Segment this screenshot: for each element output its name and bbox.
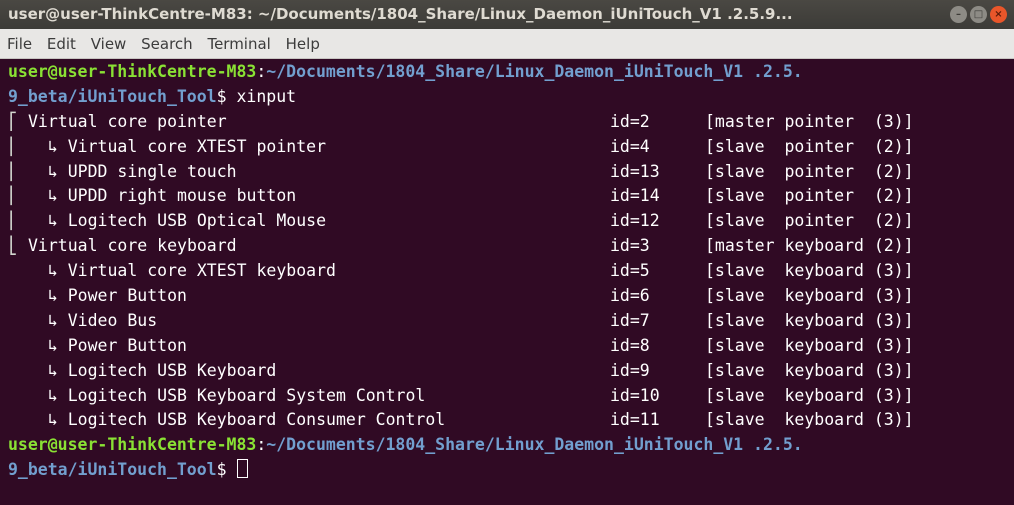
device-role: [slave keyboard (3)] — [705, 261, 914, 281]
command-text: xinput — [236, 86, 297, 106]
prompt-user: user@user-ThinkCentre-M83 — [8, 435, 257, 455]
window-title: user@user-ThinkCentre-M83: ~/Documents/1… — [8, 5, 793, 23]
prompt-path: ~/Documents/1804_Share/Linux_Daemon_iUni… — [266, 62, 803, 81]
close-button[interactable]: × — [990, 6, 1007, 23]
menu-view[interactable]: View — [91, 35, 127, 53]
prompt-user: user@user-ThinkCentre-M83 — [8, 62, 257, 81]
menu-file[interactable]: File — [7, 35, 32, 53]
prompt-line: 9_beta/iUniTouch_Tool$ xinput — [8, 85, 1014, 110]
prompt-line: 9_beta/iUniTouch_Tool$ — [8, 458, 1014, 483]
device-row: ⎜ ↳ Logitech USB Optical Mouse id=12 [slav… — [8, 209, 1014, 234]
prompt-line: user@user-ThinkCentre-M83:~/Documents/18… — [8, 60, 1014, 85]
device-name: ↳ UPDD right mouse button — [28, 186, 297, 206]
tree-glyph: ⎡ — [8, 111, 18, 131]
prompt-separator: : — [256, 435, 267, 455]
menu-help[interactable]: Help — [286, 35, 320, 53]
device-id: id=2 — [610, 111, 650, 131]
prompt-separator: : — [256, 62, 267, 81]
device-role: [slave keyboard (3)] — [705, 385, 914, 405]
device-row: ⎜ ↳ UPDD right mouse button id=14 [slave p… — [8, 184, 1014, 209]
device-id: id=9 — [610, 360, 650, 380]
device-id: id=4 — [610, 136, 650, 156]
tree-glyph — [8, 309, 28, 334]
text-cursor — [236, 459, 248, 479]
menu-terminal[interactable]: Terminal — [207, 35, 270, 53]
device-role: [slave keyboard (3)] — [705, 410, 914, 430]
device-role: [slave pointer (2)] — [705, 211, 914, 231]
device-role: [slave keyboard (3)] — [705, 310, 914, 330]
device-name: Virtual core pointer — [28, 111, 227, 131]
device-name: Virtual core keyboard — [28, 236, 237, 256]
device-role: [slave keyboard (3)] — [705, 335, 914, 355]
device-id: id=7 — [610, 310, 650, 330]
device-role: [master pointer (3)] — [705, 111, 914, 131]
tree-glyph: ⎜ — [8, 161, 18, 181]
maximize-button[interactable]: □ — [970, 6, 987, 23]
device-name: ↳ Video Bus — [28, 310, 158, 330]
device-row: ↳ Power Button id=8 [slave keyboard (3)] — [8, 334, 1014, 359]
device-id: id=6 — [610, 286, 650, 306]
device-name: ↳ Logitech USB Keyboard Consumer Control — [28, 410, 446, 430]
prompt-path: 9_beta/iUniTouch_Tool — [8, 460, 217, 480]
prompt-path: ~/Documents/1804_Share/Linux_Daemon_iUni… — [266, 435, 803, 455]
device-name: ↳ Virtual core XTEST keyboard — [28, 261, 336, 281]
device-role: [slave pointer (2)] — [705, 186, 914, 206]
tree-glyph — [8, 284, 28, 309]
device-row: ⎡ Virtual core pointer id=2 [master pointer… — [8, 110, 1014, 135]
tree-glyph — [8, 384, 28, 409]
device-id: id=8 — [610, 335, 650, 355]
device-id: id=12 — [610, 211, 660, 231]
tree-glyph — [8, 359, 28, 384]
tree-glyph — [8, 334, 28, 359]
device-id: id=14 — [610, 186, 660, 206]
device-row: ↳ Logitech USB Keyboard System Control id… — [8, 384, 1014, 409]
tree-glyph: ⎜ — [8, 186, 18, 206]
menu-edit[interactable]: Edit — [47, 35, 76, 53]
prompt-path: 9_beta/iUniTouch_Tool — [8, 86, 217, 106]
device-name: ↳ Virtual core XTEST pointer — [28, 136, 327, 156]
prompt-line: user@user-ThinkCentre-M83:~/Documents/18… — [8, 433, 1014, 458]
device-name: ↳ Logitech USB Optical Mouse — [28, 211, 327, 231]
tree-glyph: ⎜ — [8, 136, 18, 156]
menu-search[interactable]: Search — [141, 35, 193, 53]
device-role: [slave pointer (2)] — [705, 136, 914, 156]
device-id: id=10 — [610, 385, 660, 405]
tree-glyph — [8, 259, 28, 284]
device-name: ↳ Logitech USB Keyboard — [28, 360, 277, 380]
device-row: ↳ Logitech USB Keyboard id=9 [slave keyboa… — [8, 359, 1014, 384]
menu-bar: File Edit View Search Terminal Help — [0, 29, 1014, 59]
minimize-button[interactable]: – — [950, 6, 967, 23]
device-name: ↳ UPDD single touch — [28, 161, 237, 181]
device-id: id=5 — [610, 261, 650, 281]
tree-glyph: ⎣ — [8, 236, 18, 256]
device-role: [slave keyboard (3)] — [705, 286, 914, 306]
device-name: ↳ Power Button — [28, 286, 187, 306]
window-titlebar[interactable]: user@user-ThinkCentre-M83: ~/Documents/1… — [0, 0, 1014, 29]
device-row: ⎜ ↳ UPDD single touch id=13 [slave pointer… — [8, 160, 1014, 185]
device-row: ↳ Power Button id=6 [slave keyboard (3)] — [8, 284, 1014, 309]
terminal-output[interactable]: user@user-ThinkCentre-M83:~/Documents/18… — [0, 59, 1014, 505]
device-row: ↳ Virtual core XTEST keyboard id=5 [slave … — [8, 259, 1014, 284]
device-row: ⎣ Virtual core keyboard id=3 [master keyboa… — [8, 234, 1014, 259]
device-id: id=13 — [610, 161, 660, 181]
tree-glyph — [8, 408, 28, 433]
device-row: ⎜ ↳ Virtual core XTEST pointer id=4 [slave… — [8, 135, 1014, 160]
device-role: [slave pointer (2)] — [705, 161, 914, 181]
tree-glyph: ⎜ — [8, 211, 18, 231]
device-role: [slave keyboard (3)] — [705, 360, 914, 380]
prompt-symbol: $ — [216, 460, 237, 480]
device-row: ↳ Logitech USB Keyboard Consumer Control… — [8, 408, 1014, 433]
device-name: ↳ Logitech USB Keyboard System Control — [28, 385, 426, 405]
device-id: id=3 — [610, 236, 650, 256]
device-role: [master keyboard (2)] — [705, 236, 914, 256]
device-id: id=11 — [610, 410, 660, 430]
device-name: ↳ Power Button — [28, 335, 187, 355]
device-row: ↳ Video Bus id=7 [slave keyboard (3)] — [8, 309, 1014, 334]
prompt-symbol: $ — [216, 86, 237, 106]
